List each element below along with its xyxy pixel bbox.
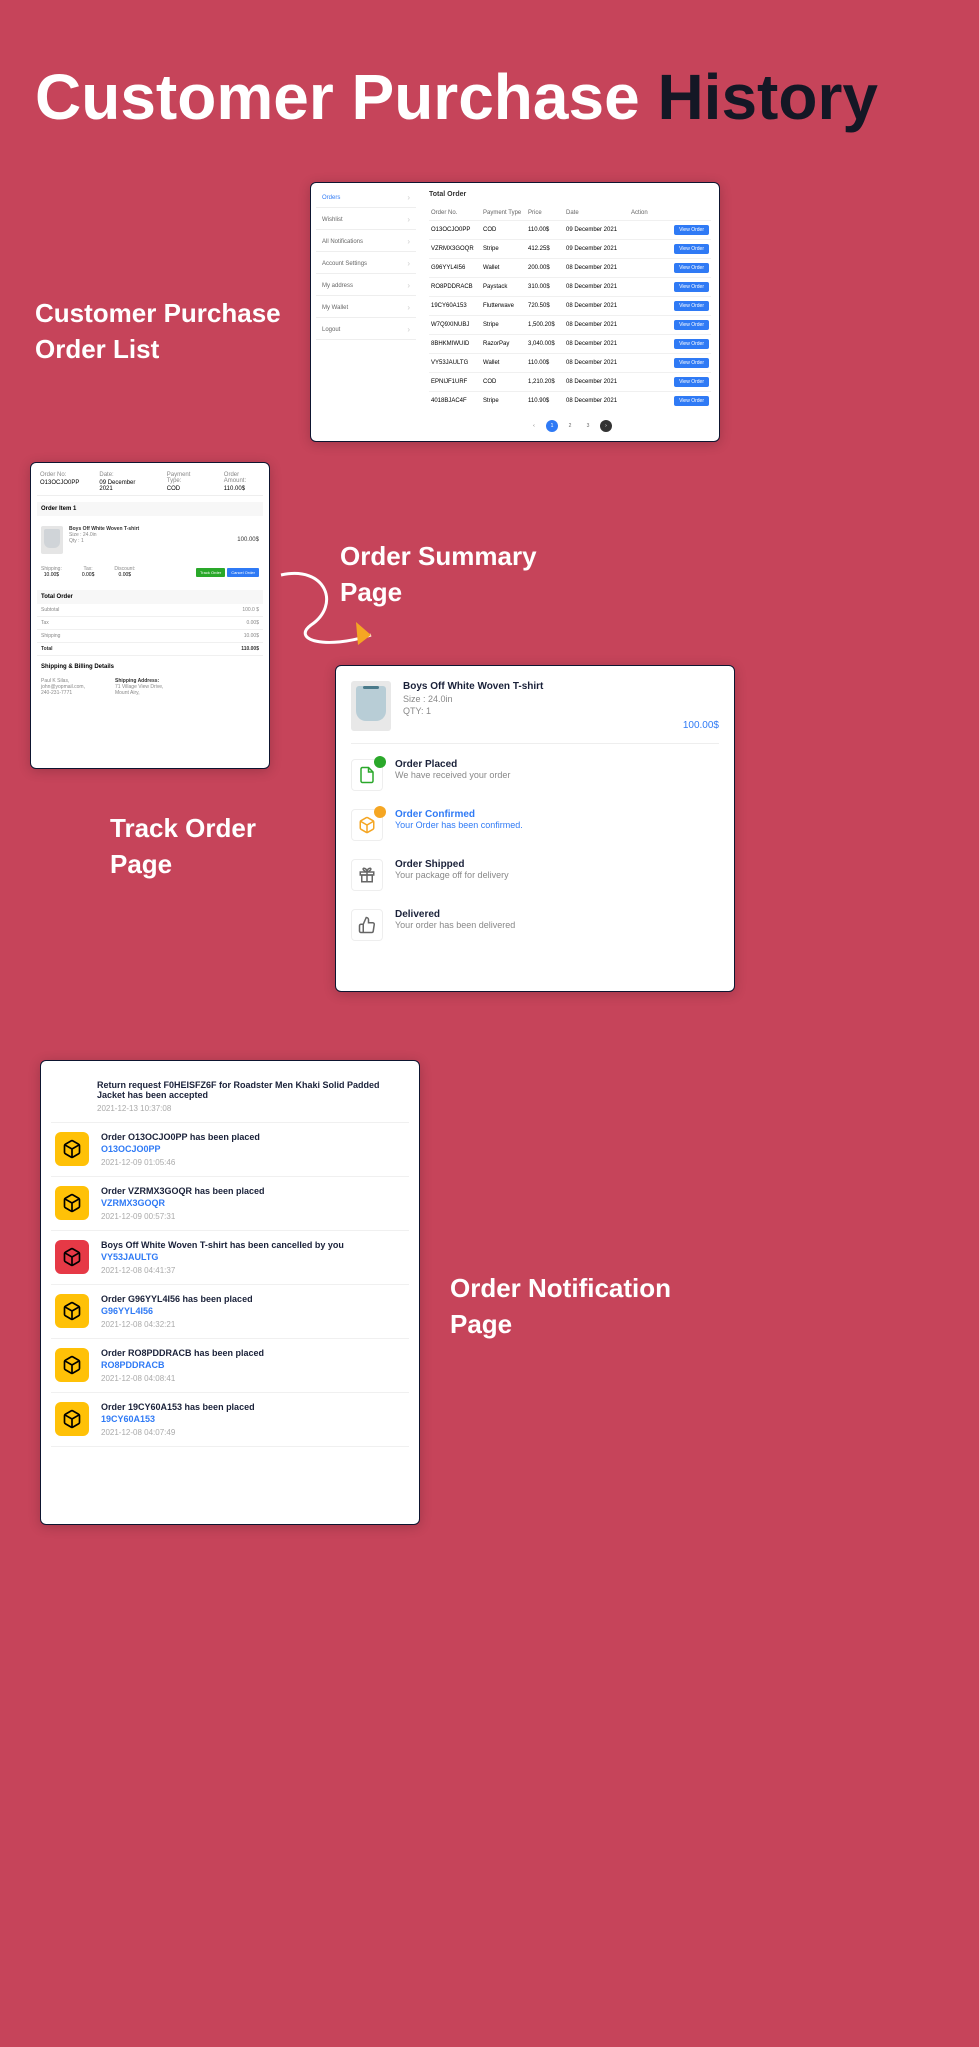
page-3[interactable]: 3	[582, 420, 594, 432]
notification-item[interactable]: Order G96YYL4I56 has been placedG96YYL4I…	[51, 1285, 409, 1339]
product-image	[41, 526, 63, 554]
total-row: Total110.00$	[37, 643, 263, 656]
sidebar-item[interactable]: My address›	[316, 276, 416, 296]
table-row: G96YYL4I56Wallet200.00$08 December 2021V…	[429, 258, 711, 277]
track-order-button[interactable]: Track Order	[196, 568, 225, 577]
section-label-summary: Order Summary Page	[340, 538, 537, 611]
view-order-button[interactable]: View Order	[674, 358, 709, 368]
view-order-button[interactable]: View Order	[674, 282, 709, 292]
view-order-button[interactable]: View Order	[674, 225, 709, 235]
view-order-button[interactable]: View Order	[674, 301, 709, 311]
section-label-order-list: Customer Purchase Order List	[35, 295, 281, 368]
status-step: Order PlacedWe have received your order	[351, 759, 719, 791]
table-row: 8BHKMIWUIDRazorPay3,040.00$08 December 2…	[429, 334, 711, 353]
summary-price: 100.00$	[683, 720, 719, 731]
notification-item[interactable]: Return request F0HEISFZ6F for Roadster M…	[51, 1071, 409, 1123]
sidebar-item[interactable]: Account Settings›	[316, 254, 416, 274]
track-header: Order No:O13OCJO0PP Date:09 December 202…	[37, 469, 263, 496]
status-step: Order ShippedYour package off for delive…	[351, 859, 719, 891]
view-order-button[interactable]: View Order	[674, 320, 709, 330]
notification-item[interactable]: Order 19CY60A153 has been placed19CY60A1…	[51, 1393, 409, 1447]
section-label-track: Track Order Page	[110, 810, 256, 883]
package-icon	[55, 1348, 89, 1382]
order-table: Total Order Order No. Payment Type Price…	[421, 183, 719, 441]
shipping-title: Shipping & Billing Details	[37, 660, 263, 674]
chevron-right-icon: ›	[407, 281, 410, 290]
total-row: Shipping10.00$	[37, 630, 263, 643]
order-summary-panel: Boys Off White Woven T-shirt Size : 24.0…	[335, 665, 735, 992]
shipping-body: Paul K Silas, john@yopmail.com, 240-231-…	[37, 674, 263, 700]
page-prev[interactable]: ‹	[528, 420, 540, 432]
status-badge-icon	[374, 806, 386, 818]
status-step: Order ConfirmedYour Order has been confi…	[351, 809, 719, 841]
view-order-button[interactable]: View Order	[674, 244, 709, 254]
total-order-title: Total Order	[37, 590, 263, 604]
package-icon	[55, 1294, 89, 1328]
sidebar: Orders›Wishlist›All Notifications›Accoun…	[311, 183, 421, 441]
chevron-right-icon: ›	[407, 237, 410, 246]
view-order-button[interactable]: View Order	[674, 263, 709, 273]
table-header: Order No. Payment Type Price Date Action	[429, 206, 711, 220]
chevron-right-icon: ›	[407, 325, 410, 334]
sidebar-item[interactable]: Wishlist›	[316, 210, 416, 230]
status-step: DeliveredYour order has been delivered	[351, 909, 719, 941]
order-item: Boys Off White Woven T-shirt Size : 24.0…	[37, 522, 263, 558]
chevron-right-icon: ›	[407, 215, 410, 224]
notification-item[interactable]: Order VZRMX3GOQR has been placedVZRMX3GO…	[51, 1177, 409, 1231]
package-icon	[55, 1132, 89, 1166]
table-row: O13OCJO0PPCOD110.00$09 December 2021View…	[429, 220, 711, 239]
table-row: 4018BJAC4FStripe110.90$08 December 2021V…	[429, 391, 711, 410]
pagination: ‹ 1 2 3 ›	[429, 420, 711, 432]
order-line-totals: Shipping:10.00$ Tax:0.00$ Discount:0.00$…	[37, 562, 263, 582]
table-row: EPNIJF1URFCOD1,210.20$08 December 2021Vi…	[429, 372, 711, 391]
track-order-panel: Order No:O13OCJO0PP Date:09 December 202…	[30, 462, 270, 769]
table-row: RO8PDDRACBPaystack310.00$08 December 202…	[429, 277, 711, 296]
view-order-button[interactable]: View Order	[674, 339, 709, 349]
sidebar-item[interactable]: Orders›	[316, 188, 416, 208]
page-2[interactable]: 2	[564, 420, 576, 432]
package-icon	[55, 1240, 89, 1274]
package-icon	[55, 1186, 89, 1220]
view-order-button[interactable]: View Order	[674, 396, 709, 406]
chevron-right-icon: ›	[407, 193, 410, 202]
notification-item[interactable]: Order RO8PDDRACB has been placedRO8PDDRA…	[51, 1339, 409, 1393]
summary-header: Boys Off White Woven T-shirt Size : 24.0…	[351, 681, 719, 744]
package-icon	[55, 1402, 89, 1436]
page-1[interactable]: 1	[546, 420, 558, 432]
sidebar-item[interactable]: My Wallet›	[316, 298, 416, 318]
section-label-notif: Order Notification Page	[450, 1270, 671, 1343]
product-image	[351, 681, 391, 731]
order-list-panel: Orders›Wishlist›All Notifications›Accoun…	[310, 182, 720, 442]
notification-item[interactable]: Order O13OCJO0PP has been placedO13OCJO0…	[51, 1123, 409, 1177]
gift-icon	[351, 859, 383, 891]
table-title: Total Order	[429, 191, 711, 198]
notifications-panel: Return request F0HEISFZ6F for Roadster M…	[40, 1060, 420, 1525]
table-row: VZRMX3GOQRStripe412.25$09 December 2021V…	[429, 239, 711, 258]
order-item-title: Order Item 1	[37, 502, 263, 516]
chevron-right-icon: ›	[407, 303, 410, 312]
notification-item[interactable]: Boys Off White Woven T-shirt has been ca…	[51, 1231, 409, 1285]
view-order-button[interactable]: View Order	[674, 377, 709, 387]
total-row: Subtotal100.0 $	[37, 604, 263, 617]
table-row: W7Q9XINUBJStripe1,500.20$08 December 202…	[429, 315, 711, 334]
page-next[interactable]: ›	[600, 420, 612, 432]
thumb-icon	[351, 909, 383, 941]
doc-icon	[351, 759, 383, 791]
table-row: 19CY60A153Flutterwave720.50$08 December …	[429, 296, 711, 315]
table-row: VY53JAULTGWallet110.00$08 December 2021V…	[429, 353, 711, 372]
sidebar-item[interactable]: All Notifications›	[316, 232, 416, 252]
total-row: Tax0.00$	[37, 617, 263, 630]
status-badge-icon	[374, 756, 386, 768]
sidebar-item[interactable]: Logout›	[316, 320, 416, 340]
page-title: Customer Purchase History	[35, 60, 878, 134]
cancel-order-button[interactable]: Cancel Order	[227, 568, 259, 577]
box-icon	[351, 809, 383, 841]
chevron-right-icon: ›	[407, 259, 410, 268]
